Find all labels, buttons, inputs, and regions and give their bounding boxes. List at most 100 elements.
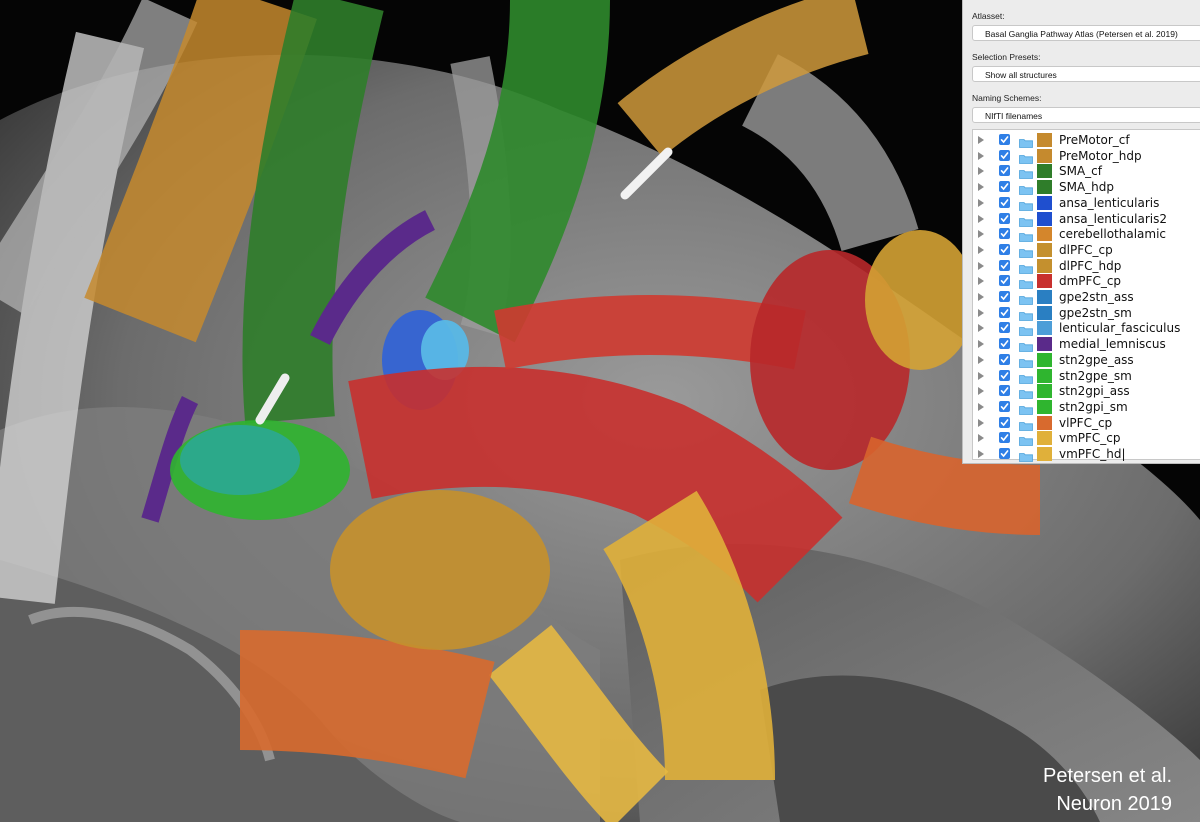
visibility-checkbox[interactable]	[999, 243, 1010, 255]
structure-label: ansa_lenticularis	[1059, 195, 1160, 210]
structure-label: medial_lemniscus	[1059, 337, 1166, 352]
structure-row[interactable]: SMA_cf	[973, 164, 1200, 180]
structure-row[interactable]: stn2gpi_ass	[973, 384, 1200, 400]
citation-authors: Petersen et al.	[1043, 765, 1172, 787]
visibility-checkbox[interactable]	[999, 228, 1010, 240]
structure-row[interactable]: dmPFC_cp	[973, 274, 1200, 290]
visibility-checkbox[interactable]	[999, 181, 1010, 193]
expand-triangle-icon[interactable]	[978, 230, 984, 239]
structure-row[interactable]: ansa_lenticularis2	[973, 211, 1200, 228]
expand-triangle-icon[interactable]	[978, 308, 984, 317]
visibility-checkbox[interactable]	[999, 134, 1010, 145]
color-swatch[interactable]	[1037, 447, 1052, 461]
color-swatch[interactable]	[1037, 384, 1052, 399]
expand-triangle-icon[interactable]	[978, 450, 984, 458]
structure-label: SMA_cf	[1059, 164, 1103, 179]
structure-row[interactable]: PreMotor_hdp	[973, 148, 1200, 165]
structure-row[interactable]: cerebellothalamic	[973, 227, 1200, 243]
color-swatch[interactable]	[1037, 290, 1052, 304]
color-swatch[interactable]	[1037, 180, 1052, 195]
color-swatch[interactable]	[1037, 164, 1052, 179]
structure-row[interactable]: vmPFC_cp	[973, 431, 1200, 447]
visibility-checkbox[interactable]	[999, 322, 1010, 334]
color-swatch[interactable]	[1037, 258, 1052, 273]
color-swatch[interactable]	[1037, 242, 1052, 257]
structure-row[interactable]: PreMotor_cf	[973, 133, 1200, 149]
folder-icon	[1019, 151, 1033, 164]
color-swatch[interactable]	[1037, 227, 1052, 242]
folder-icon	[1019, 339, 1033, 352]
expand-triangle-icon[interactable]	[978, 355, 984, 364]
visibility-checkbox[interactable]	[999, 149, 1010, 161]
expand-triangle-icon[interactable]	[978, 340, 984, 349]
expand-triangle-icon[interactable]	[978, 371, 984, 380]
structure-row[interactable]: dlPFC_hdp	[973, 258, 1200, 275]
visibility-checkbox[interactable]	[999, 259, 1010, 271]
color-swatch[interactable]	[1037, 305, 1052, 320]
visibility-checkbox[interactable]	[999, 291, 1010, 302]
expand-triangle-icon[interactable]	[978, 261, 984, 270]
structure-row[interactable]: stn2gpi_sm	[973, 399, 1200, 416]
visibility-checkbox[interactable]	[999, 196, 1010, 208]
color-swatch[interactable]	[1037, 415, 1052, 430]
visibility-checkbox[interactable]	[999, 353, 1010, 365]
folder-icon	[1019, 245, 1033, 258]
color-swatch[interactable]	[1037, 195, 1052, 210]
expand-triangle-icon[interactable]	[978, 183, 984, 192]
expand-triangle-icon[interactable]	[978, 136, 984, 144]
color-swatch[interactable]	[1037, 352, 1052, 367]
color-swatch[interactable]	[1037, 399, 1052, 414]
expand-triangle-icon[interactable]	[978, 245, 984, 254]
visibility-checkbox[interactable]	[999, 448, 1010, 459]
structure-row[interactable]: SMA_hdp	[973, 180, 1200, 196]
structure-row[interactable]: stn2gpe_ass	[973, 352, 1200, 369]
visibility-checkbox[interactable]	[999, 212, 1010, 224]
visibility-checkbox[interactable]	[999, 400, 1010, 412]
naming-schemes-dropdown[interactable]: NIfTI filenames	[972, 107, 1200, 123]
visibility-checkbox[interactable]	[999, 275, 1010, 287]
structure-row[interactable]: lenticular_fasciculus	[973, 321, 1200, 337]
expand-triangle-icon[interactable]	[978, 214, 984, 223]
structure-row[interactable]: medial_lemniscus	[973, 337, 1200, 353]
expand-triangle-icon[interactable]	[978, 198, 984, 207]
color-swatch[interactable]	[1037, 321, 1052, 336]
expand-triangle-icon[interactable]	[978, 387, 984, 396]
folder-icon	[1019, 449, 1033, 462]
color-swatch[interactable]	[1037, 368, 1052, 383]
structure-label: stn2gpi_sm	[1059, 399, 1128, 414]
visibility-checkbox[interactable]	[999, 165, 1010, 177]
structure-row[interactable]: dlPFC_cp	[973, 242, 1200, 259]
expand-triangle-icon[interactable]	[978, 418, 984, 427]
structure-row[interactable]: ansa_lenticularis	[973, 195, 1200, 212]
folder-icon	[1019, 386, 1033, 400]
expand-triangle-icon[interactable]	[978, 277, 984, 286]
structure-row[interactable]: gpe2stn_ass	[973, 290, 1200, 306]
visibility-checkbox[interactable]	[999, 432, 1010, 444]
color-swatch[interactable]	[1037, 274, 1052, 289]
structure-label: vmPFC_cp	[1059, 431, 1121, 446]
visibility-checkbox[interactable]	[999, 385, 1010, 397]
structure-label: ansa_lenticularis2	[1059, 211, 1167, 226]
structure-row[interactable]: vlPFC_cp	[973, 415, 1200, 432]
structure-row[interactable]: gpe2stn_sm	[973, 305, 1200, 322]
structure-row[interactable]: stn2gpe_sm	[973, 368, 1200, 385]
expand-triangle-icon[interactable]	[978, 151, 984, 160]
visibility-checkbox[interactable]	[999, 338, 1010, 350]
color-swatch[interactable]	[1037, 148, 1052, 163]
atlasset-dropdown[interactable]: Basal Ganglia Pathway Atlas (Petersen et…	[972, 25, 1200, 41]
visibility-checkbox[interactable]	[999, 306, 1010, 318]
visibility-checkbox[interactable]	[999, 369, 1010, 381]
visibility-checkbox[interactable]	[999, 416, 1010, 428]
color-swatch[interactable]	[1037, 431, 1052, 446]
color-swatch[interactable]	[1037, 337, 1052, 352]
selection-presets-dropdown[interactable]: Show all structures	[972, 66, 1200, 82]
expand-triangle-icon[interactable]	[978, 324, 984, 333]
expand-triangle-icon[interactable]	[978, 434, 984, 443]
color-swatch[interactable]	[1037, 211, 1052, 226]
citation-journal: Neuron 2019	[1056, 793, 1172, 815]
color-swatch[interactable]	[1037, 133, 1052, 147]
structure-row[interactable]: vmPFC_hd|	[973, 447, 1200, 463]
expand-triangle-icon[interactable]	[978, 167, 984, 176]
expand-triangle-icon[interactable]	[978, 402, 984, 411]
expand-triangle-icon[interactable]	[978, 293, 984, 301]
